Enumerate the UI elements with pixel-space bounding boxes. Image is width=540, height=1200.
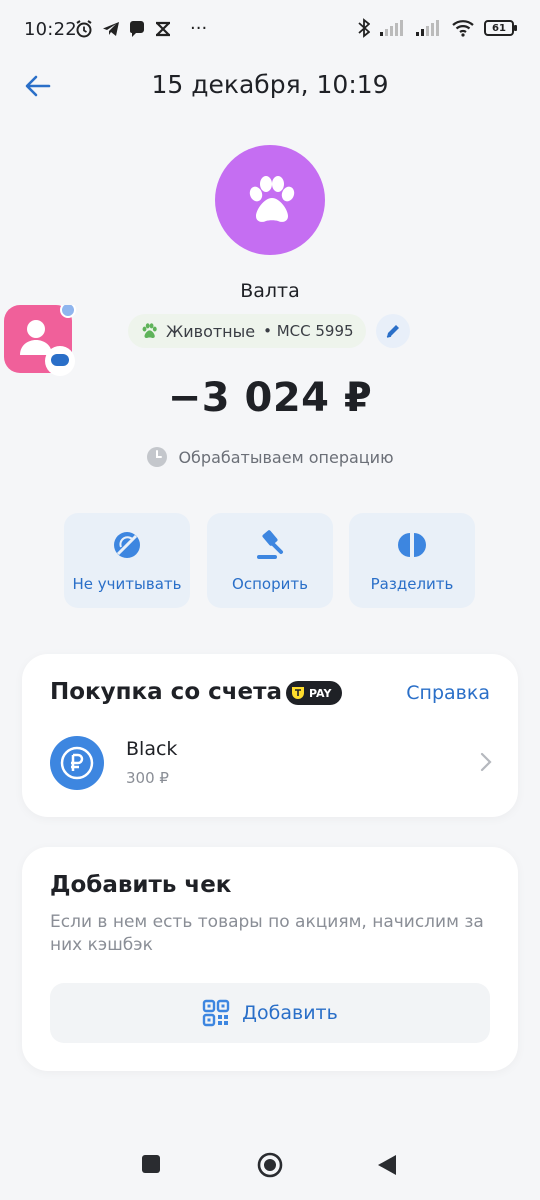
battery-icon: 61 — [484, 20, 517, 36]
receipt-card: Добавить чек Если в нем есть товары по а… — [22, 847, 518, 1071]
back-nav-button[interactable] — [376, 1153, 398, 1181]
contact-chat-icon — [4, 302, 76, 376]
triangle-back-icon — [378, 1155, 396, 1175]
merchant-avatar — [215, 145, 325, 255]
ruble-account-icon — [50, 736, 104, 790]
notification-icons: ··· — [74, 18, 207, 39]
action-label: Разделить — [370, 575, 454, 593]
action-label: Оспорить — [232, 575, 308, 593]
alarm-icon — [76, 19, 92, 37]
tpay-logo-icon — [292, 687, 304, 699]
qr-code-icon — [202, 999, 230, 1027]
recents-button[interactable] — [141, 1154, 161, 1178]
telegram-icon — [103, 21, 119, 36]
account-balance: 300 ₽ — [126, 769, 169, 787]
purchase-card-title: Покупка со счета — [50, 679, 282, 705]
pencil-icon — [386, 325, 399, 338]
action-ignore-button[interactable]: Не учитывать — [64, 513, 190, 608]
action-split-button[interactable]: Разделить — [349, 513, 475, 608]
more-notifications-icon: ··· — [190, 18, 208, 39]
system-nav-bar — [0, 1130, 540, 1200]
merchant-name: Валта — [240, 280, 300, 302]
category-pill[interactable]: Животные • MCC 5995 — [128, 314, 366, 348]
status-bar: 10:22 ··· 61 — [0, 0, 540, 62]
signal-icon — [380, 20, 403, 36]
signal-icon-2 — [416, 20, 439, 36]
clock-icon — [147, 447, 168, 467]
chat-bubble-icon — [130, 20, 144, 37]
page-title: 15 декабря, 10:19 — [151, 70, 389, 99]
add-receipt-button[interactable]: Добавить — [50, 983, 490, 1043]
bluetooth-icon — [358, 18, 370, 38]
transaction-amount: −3 024 ₽ — [167, 375, 373, 421]
purchase-card: Покупка со счета PAY Справка Black 300 ₽ — [22, 654, 518, 817]
transaction-status: Обрабатываем операцию — [0, 446, 540, 468]
home-button[interactable] — [257, 1152, 283, 1182]
action-dispute-button[interactable]: Оспорить — [207, 513, 333, 608]
account-row[interactable]: Black 300 ₽ — [22, 724, 518, 804]
account-name: Black — [126, 738, 178, 760]
receipt-description: Если в нем есть товары по акциям, начисл… — [50, 912, 484, 955]
add-receipt-label: Добавить — [242, 1002, 338, 1024]
action-label: Не учитывать — [72, 575, 182, 593]
split-icon — [398, 533, 426, 557]
paw-small-icon — [142, 323, 157, 339]
status-time: 10:22 — [24, 19, 77, 40]
help-link[interactable]: Справка — [406, 682, 490, 704]
pay-badge: PAY — [286, 681, 342, 705]
square-icon — [142, 1155, 160, 1173]
eye-off-icon — [114, 532, 140, 558]
floating-chat-bubble[interactable] — [4, 302, 76, 376]
chevron-right-icon — [480, 752, 492, 772]
edit-category-button[interactable] — [376, 314, 410, 348]
capcut-icon — [156, 21, 170, 36]
status-text: Обрабатываем операцию — [178, 447, 394, 467]
receipt-card-title: Добавить чек — [50, 872, 232, 898]
mcc-label: • MCC 5995 — [263, 322, 354, 340]
system-icons: 61 — [358, 18, 517, 38]
paw-icon — [249, 176, 295, 222]
home-circle-icon — [257, 1152, 283, 1178]
gavel-icon — [257, 530, 283, 559]
category-label: Животные — [166, 321, 256, 341]
wifi-icon — [452, 20, 474, 37]
